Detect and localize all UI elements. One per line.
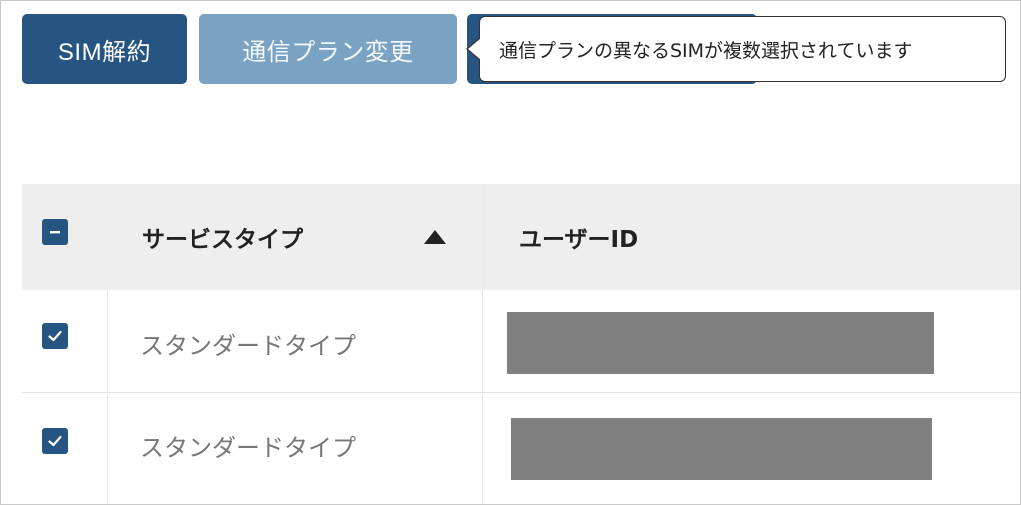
column-header-user-id[interactable]: ユーザーID <box>519 220 638 254</box>
redacted-user-id <box>511 418 932 480</box>
change-plan-button[interactable]: 通信プラン変更 <box>199 14 457 84</box>
row-checkbox[interactable] <box>42 428 68 454</box>
redacted-user-id <box>507 312 934 374</box>
column-divider <box>107 394 108 504</box>
tooltip-arrow-inner <box>468 38 481 60</box>
row-checkbox[interactable] <box>42 323 68 349</box>
select-all-checkbox[interactable] <box>42 219 68 245</box>
column-divider <box>482 290 483 392</box>
cell-service-type: スタンダードタイプ <box>140 332 356 360</box>
cell-service-type: スタンダードタイプ <box>140 434 356 462</box>
check-icon <box>48 330 62 342</box>
tooltip: 通信プランの異なるSIMが複数選択されています <box>479 16 1006 82</box>
table-header: サービスタイプ ユーザーID <box>22 184 1020 290</box>
sim-cancel-button[interactable]: SIM解約 <box>22 14 187 84</box>
column-header-service-type[interactable]: サービスタイプ <box>142 220 303 254</box>
column-divider <box>107 290 108 392</box>
sim-table: サービスタイプ ユーザーID スタンダードタイプ スタンダードタイプ <box>22 184 1020 504</box>
app-frame: SIM解約 通信プラン変更 通信プランの異なるSIMが複数選択されています サー… <box>0 0 1021 505</box>
column-divider <box>482 394 483 504</box>
check-icon <box>48 435 62 447</box>
table-row[interactable]: スタンダードタイプ <box>22 394 1020 504</box>
table-row[interactable]: スタンダードタイプ <box>22 290 1020 393</box>
triangle-up-icon[interactable] <box>424 230 446 244</box>
tooltip-text: 通信プランの異なるSIMが複数選択されています <box>499 39 913 62</box>
header-column-divider <box>483 184 484 290</box>
minus-icon <box>50 231 60 234</box>
